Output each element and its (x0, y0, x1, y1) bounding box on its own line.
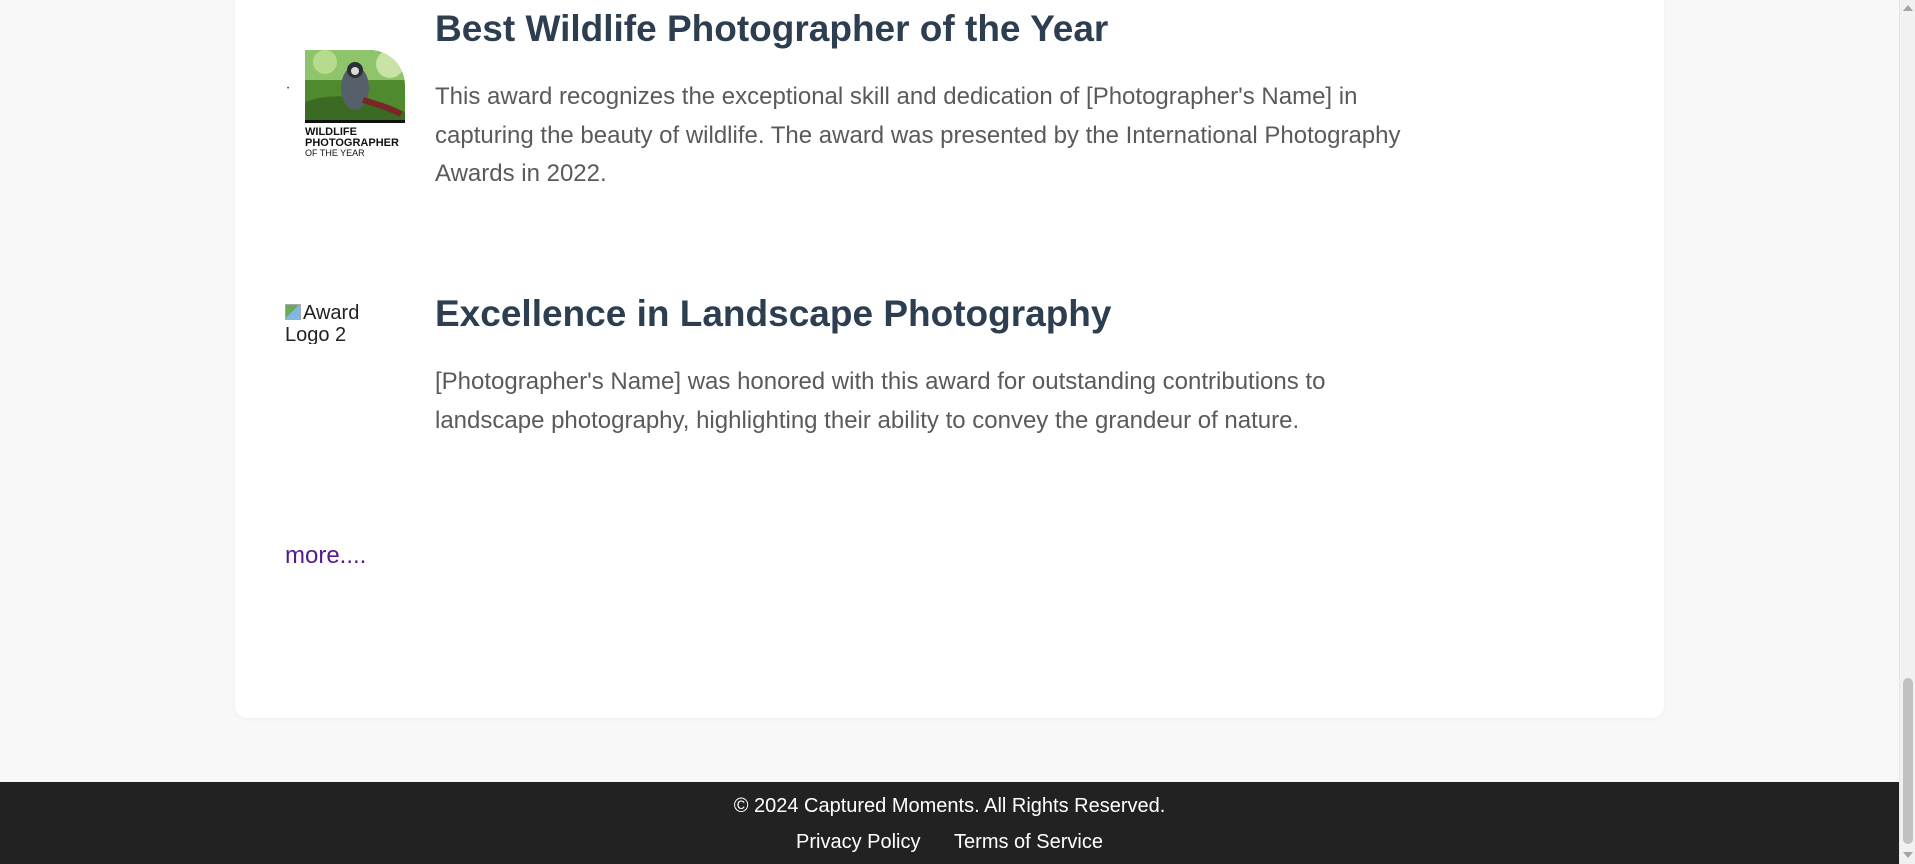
awards-card: • WILDLIFE PHOTOGRAPHER OF THE YEAR Best… (235, 0, 1664, 718)
award-description: [Photographer's Name] was honored with t… (435, 368, 1326, 434)
scroll-up-arrow-icon[interactable] (1903, 5, 1913, 11)
privacy-policy-link[interactable]: Privacy Policy (796, 831, 920, 853)
svg-text:•: • (287, 86, 289, 92)
vertical-scrollbar[interactable] (1899, 0, 1915, 864)
page: • WILDLIFE PHOTOGRAPHER OF THE YEAR Best… (0, 0, 1899, 864)
scrollbar-thumb[interactable] (1903, 678, 1913, 844)
scroll-down-arrow-icon[interactable] (1903, 852, 1913, 858)
logo-text-line3: OF THE YEAR (305, 148, 365, 158)
footer-copyright: © 2024 Captured Moments. All Rights Rese… (733, 795, 1166, 817)
terms-of-service-link[interactable]: Terms of Service (954, 831, 1103, 853)
award-logo-broken-image: Award Logo 2 (285, 302, 375, 344)
more-link[interactable]: more.... (285, 542, 366, 570)
broken-image-icon (285, 304, 301, 320)
footer-links: Privacy Policy Terms of Service (0, 831, 1899, 854)
wildlife-award-logo: • WILDLIFE PHOTOGRAPHER OF THE YEAR (287, 50, 405, 158)
award-title: Best Wildlife Photographer of the Year (435, 8, 1109, 49)
footer: © 2024 Captured Moments. All Rights Rese… (0, 782, 1899, 864)
award-title: Excellence in Landscape Photography (435, 293, 1112, 334)
award-description: This award recognizes the exceptional sk… (435, 83, 1401, 187)
